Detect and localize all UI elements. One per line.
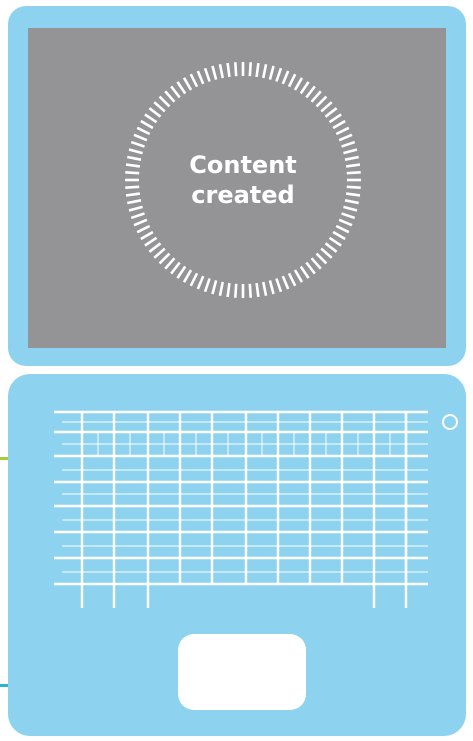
touchpad[interactable] [178,634,306,710]
screen-label-line1: Content [189,151,297,179]
screen-label-line2: created [191,181,295,209]
screen-label: Content created [123,60,363,300]
keyboard-grid [54,410,428,608]
laptop-illustration: Content created [0,0,473,741]
power-button-icon[interactable] [442,414,458,430]
